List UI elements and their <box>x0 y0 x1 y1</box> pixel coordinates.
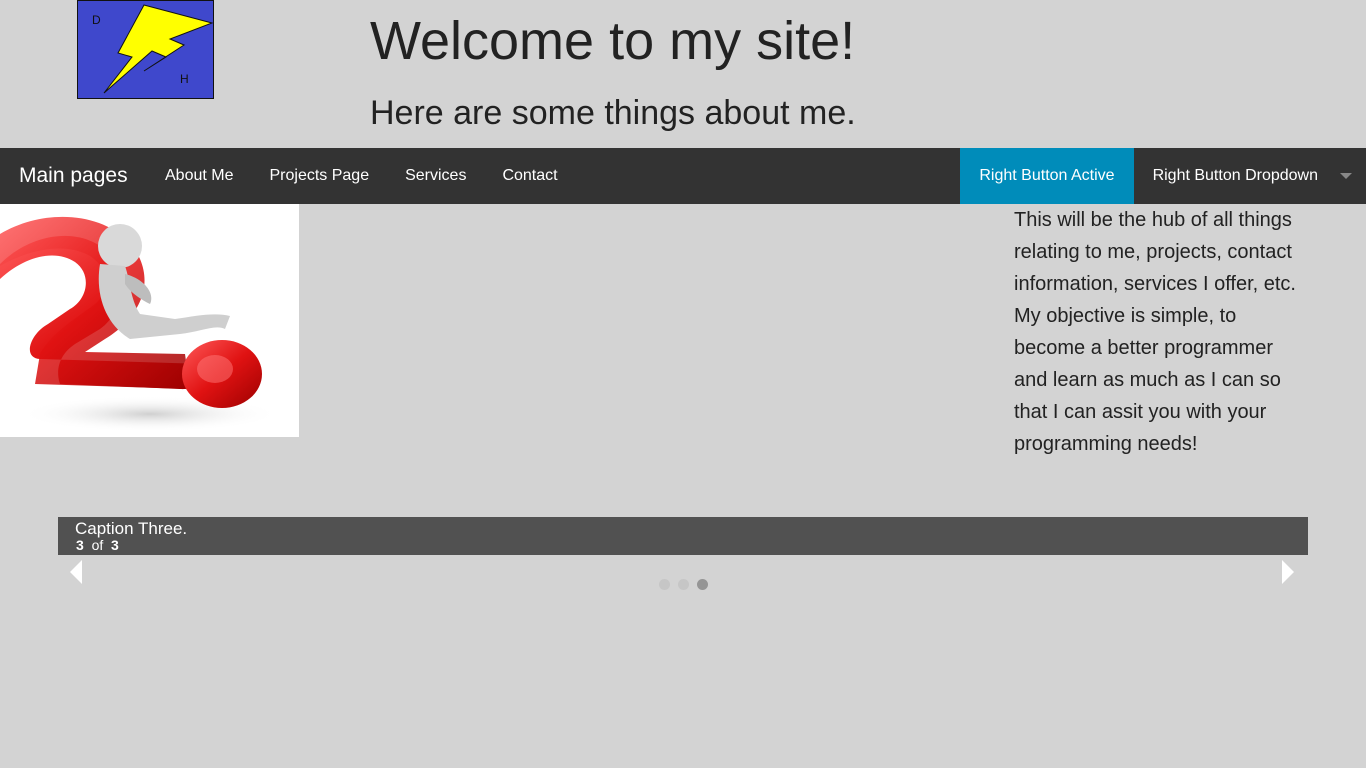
slider-bullets <box>659 579 708 590</box>
slide-counter: 3 of 3 <box>76 537 119 553</box>
nav-brand-main-pages[interactable]: Main pages <box>19 148 128 204</box>
logo-letter-h: H <box>180 72 189 86</box>
top-navigation-bar: Main pages About Me Projects Page Servic… <box>0 148 1366 204</box>
slider-bullet-3[interactable] <box>697 579 708 590</box>
slide-of-label: of <box>91 537 104 553</box>
nav-item-projects-page[interactable]: Projects Page <box>251 148 387 204</box>
slide-caption: Caption Three. <box>75 519 188 538</box>
logo-letter-d: D <box>92 13 101 27</box>
right-button-active[interactable]: Right Button Active <box>960 148 1134 204</box>
nav-item-about-me[interactable]: About Me <box>147 148 251 204</box>
slider-prev-arrow-icon[interactable] <box>70 560 82 584</box>
right-button-dropdown-label: Right Button Dropdown <box>1152 167 1318 184</box>
caret-down-icon <box>1340 173 1352 179</box>
slide-image-question-mark-figure <box>0 204 299 437</box>
nav-item-services[interactable]: Services <box>387 148 484 204</box>
about-description: This will be the hub of all things relat… <box>1014 209 1296 455</box>
nav-right-menu: Right Button Active Right Button Dropdow… <box>960 148 1366 204</box>
page-title: Welcome to my site! <box>370 11 856 71</box>
page-subtitle: Here are some things about me. <box>370 94 856 132</box>
nav-left-menu: About Me Projects Page Services Contact <box>147 148 576 204</box>
site-header: D H Welcome to my site! Here are some th… <box>0 0 1366 148</box>
slider-bullet-1[interactable] <box>659 579 670 590</box>
slide-caption-bar: Caption Three. 3 of 3 <box>58 517 1308 555</box>
slider-next-arrow-icon[interactable] <box>1282 560 1294 584</box>
slider-bullet-2[interactable] <box>678 579 689 590</box>
site-logo[interactable]: D H <box>77 0 214 99</box>
slide-total-number: 3 <box>111 537 119 553</box>
slide-current-number: 3 <box>76 537 84 553</box>
right-button-dropdown[interactable]: Right Button Dropdown <box>1134 148 1366 204</box>
question-mark-figure-icon <box>0 216 280 432</box>
nav-item-contact[interactable]: Contact <box>484 148 575 204</box>
